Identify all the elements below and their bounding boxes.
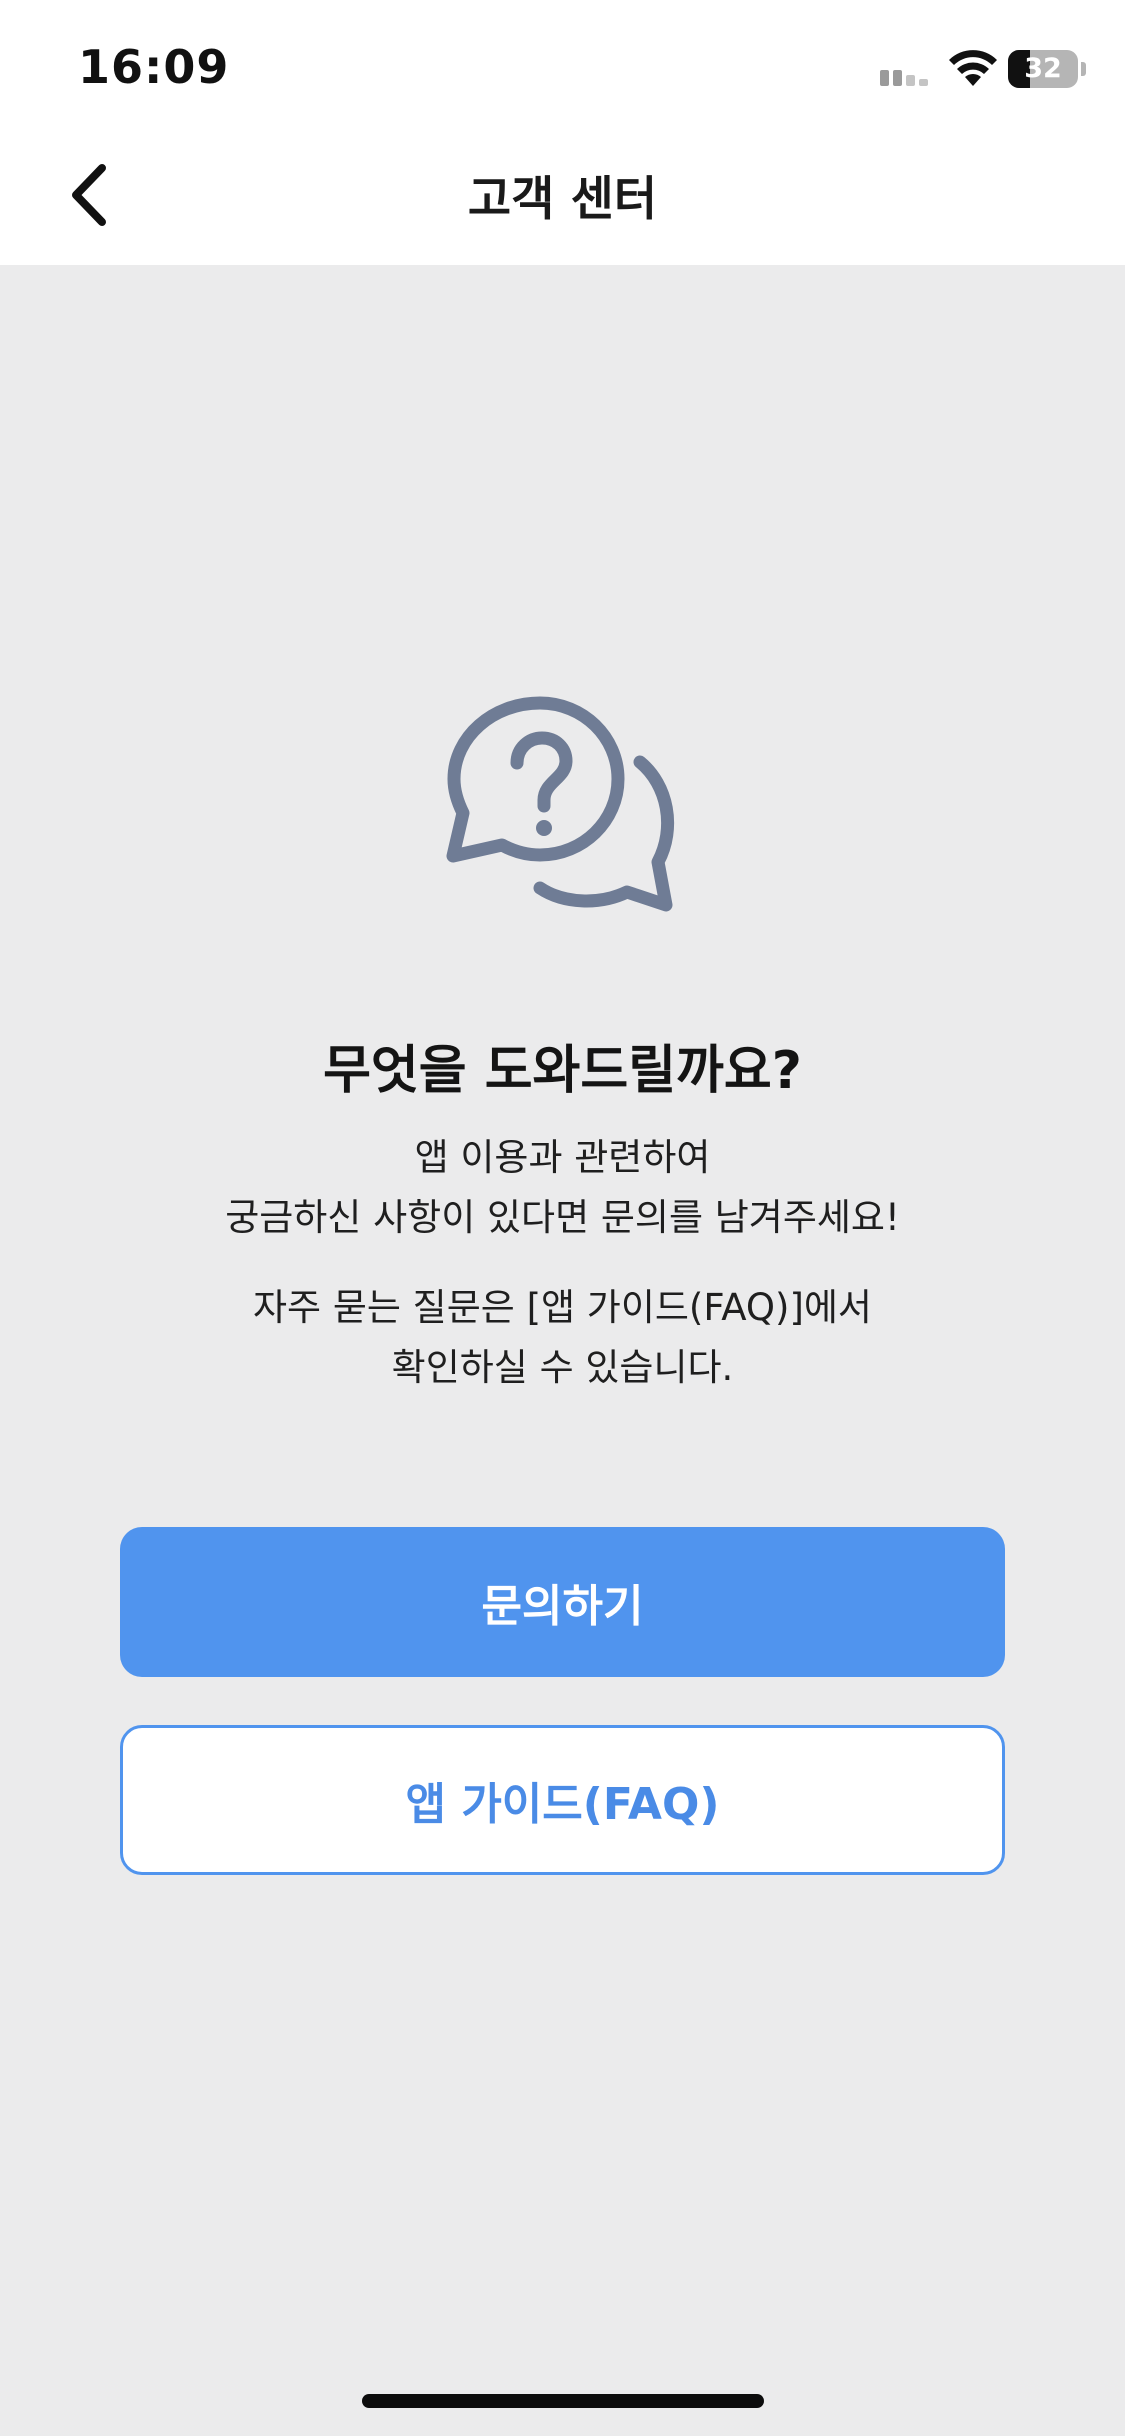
home-indicator[interactable] bbox=[362, 2394, 764, 2408]
app-guide-faq-button[interactable]: 앱 가이드(FAQ) bbox=[120, 1725, 1005, 1875]
battery-icon: 32 bbox=[1008, 50, 1086, 88]
battery-body: 32 bbox=[1008, 50, 1078, 88]
status-time: 16:09 bbox=[78, 40, 230, 94]
faq-hint-line: 확인하실 수 있습니다. bbox=[391, 1346, 734, 1389]
faq-hint-text: 자주 묻는 질문은 [앱 가이드(FAQ)]에서 확인하실 수 있습니다. bbox=[0, 1278, 1125, 1398]
description-line: 궁금하신 사항이 있다면 문의를 남겨주세요! bbox=[225, 1196, 900, 1239]
app-guide-faq-button-label: 앱 가이드(FAQ) bbox=[405, 1779, 720, 1830]
description-text: 앱 이용과 관련하여 궁금하신 사항이 있다면 문의를 남겨주세요! bbox=[0, 1128, 1125, 1248]
question-chat-bubbles-icon bbox=[446, 696, 675, 912]
main-heading: 무엇을 도와드릴까요? bbox=[323, 1041, 802, 1101]
inquiry-button-label: 문의하기 bbox=[481, 1581, 644, 1632]
description-line: 앱 이용과 관련하여 bbox=[414, 1136, 711, 1179]
battery-cap bbox=[1081, 62, 1086, 76]
top-bar: 16:09 32 고객 센터 bbox=[0, 0, 1125, 265]
battery-percent: 32 bbox=[1024, 53, 1062, 84]
wifi-icon bbox=[949, 50, 997, 86]
cellular-signal-icon bbox=[880, 70, 928, 86]
faq-hint-line: 자주 묻는 질문은 [앱 가이드(FAQ)]에서 bbox=[253, 1286, 872, 1329]
page-title: 고객 센터 bbox=[467, 172, 658, 227]
inquiry-button[interactable]: 문의하기 bbox=[120, 1527, 1005, 1677]
customer-center-screen: 16:09 32 고객 센터 무엇을 도와드릴까요? 앱 이용과 관련하여 궁금… bbox=[0, 0, 1125, 2436]
